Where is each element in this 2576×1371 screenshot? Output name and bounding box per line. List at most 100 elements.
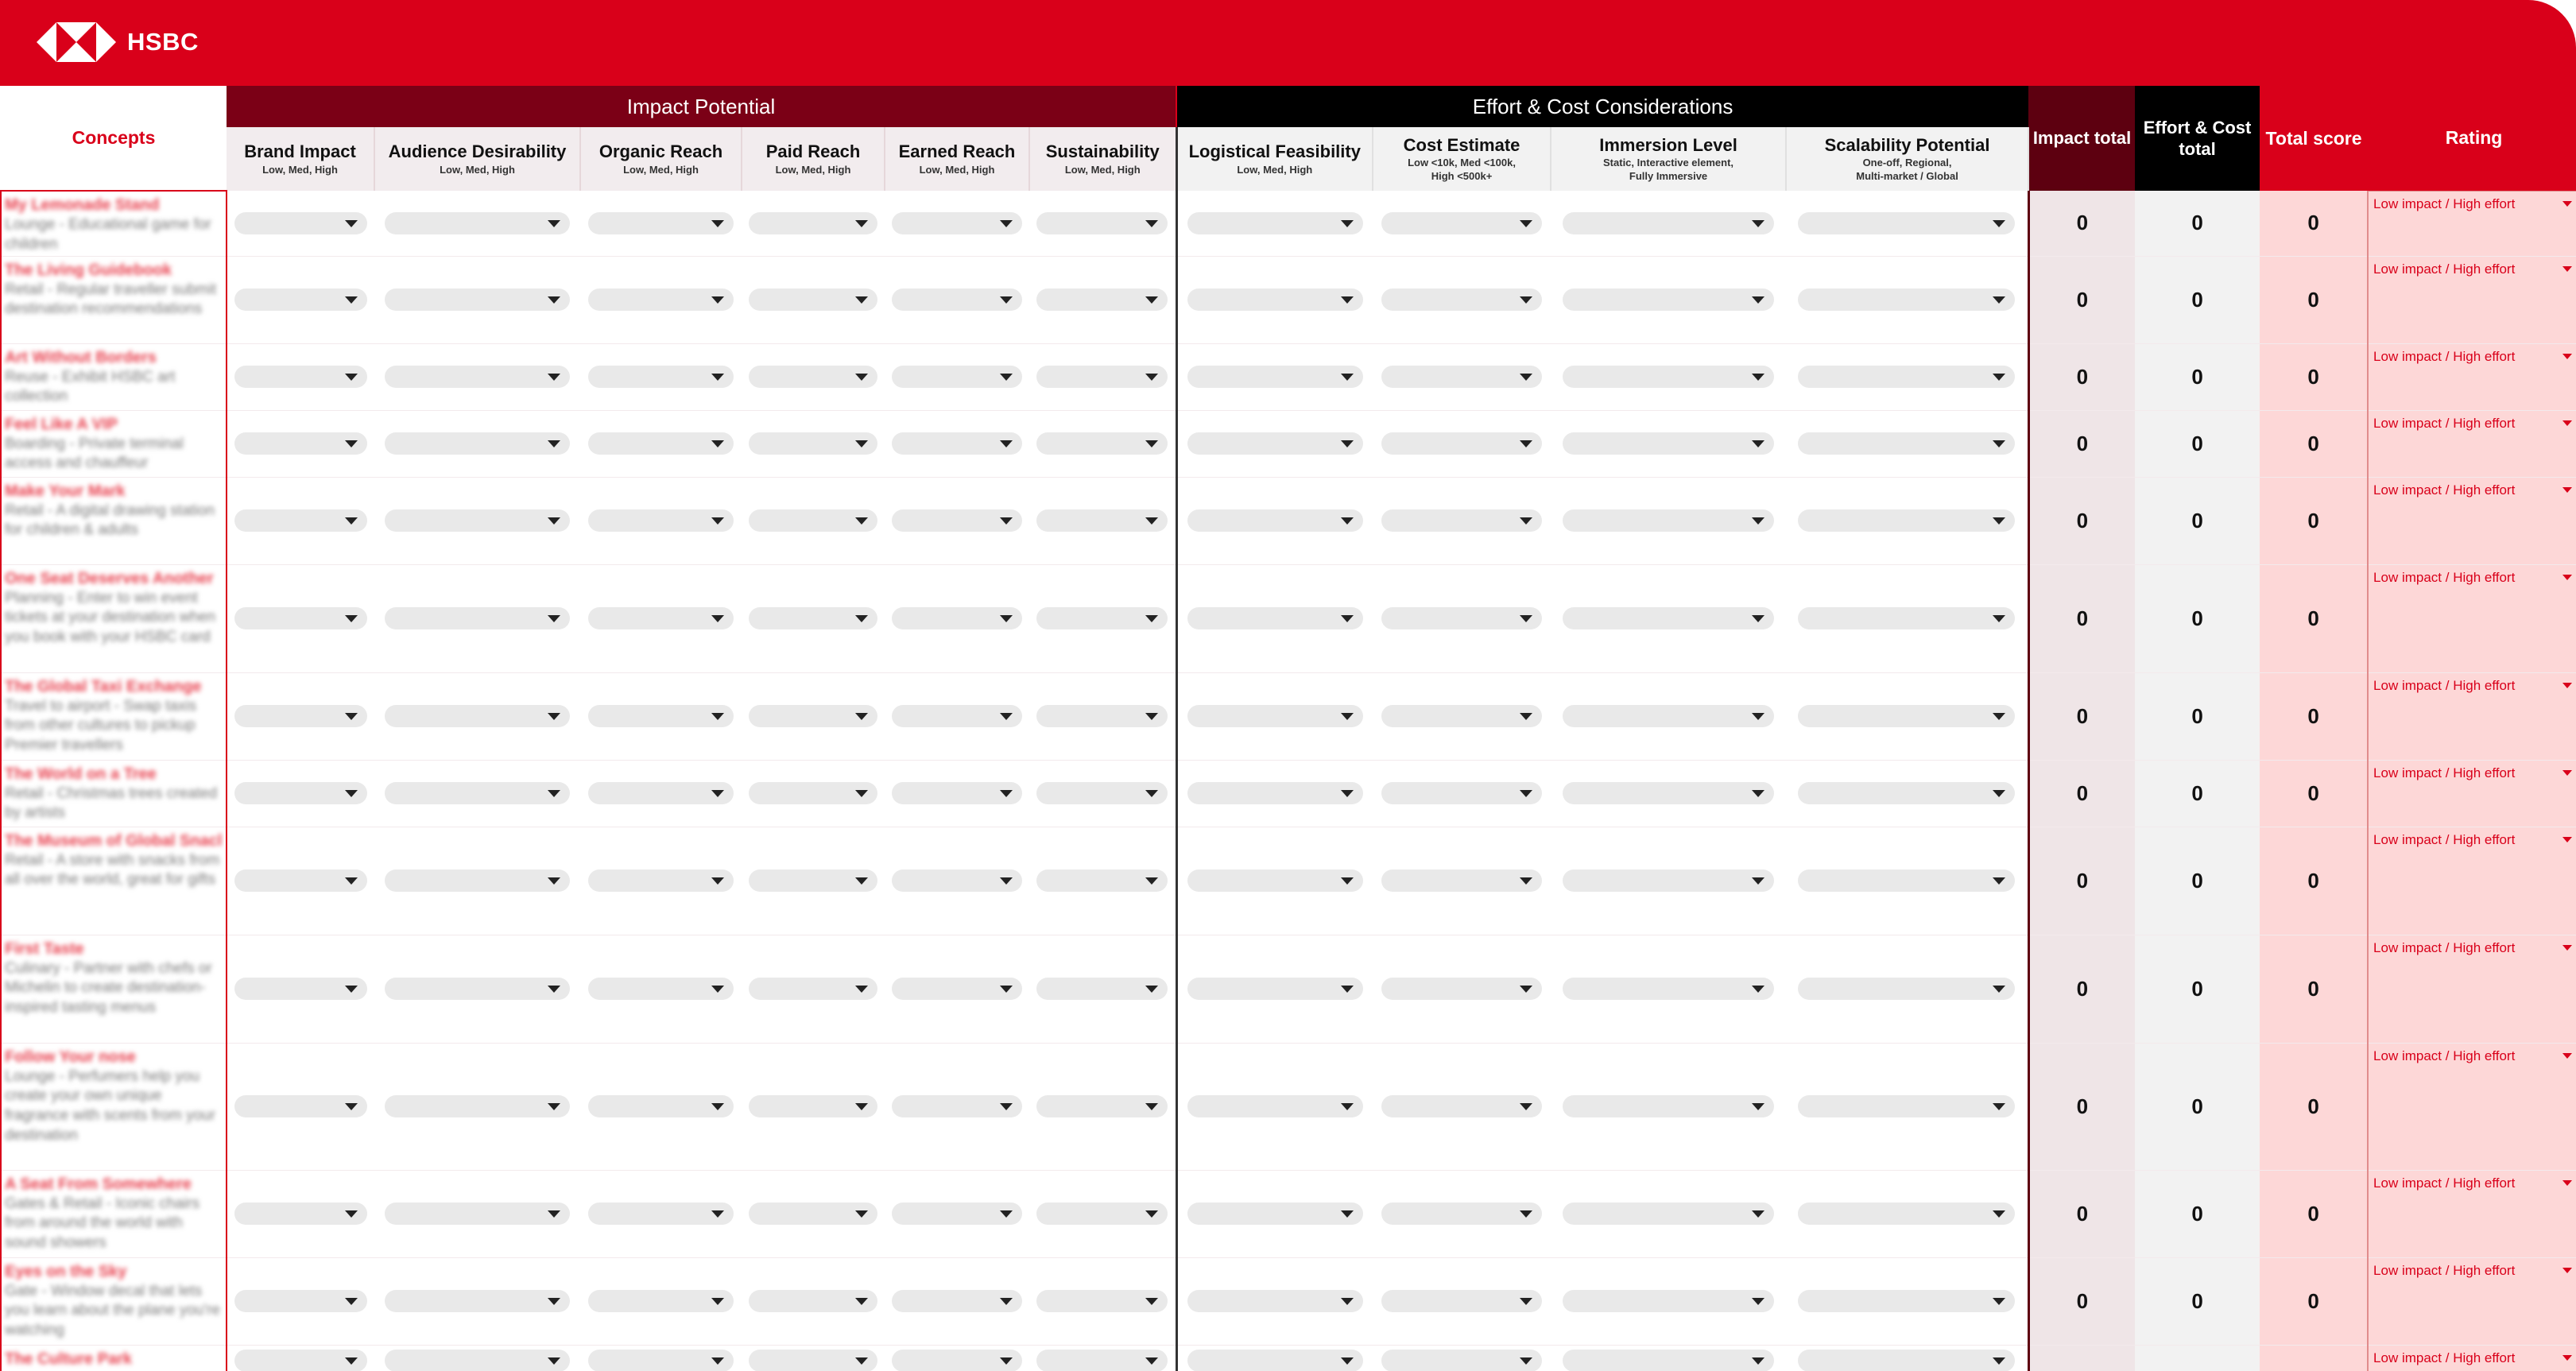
concept-cell[interactable]: The World on a Tree Retail - Christmas tr… (0, 760, 227, 827)
score-dropdown[interactable] (1036, 705, 1168, 727)
score-dropdown[interactable] (1381, 211, 1542, 234)
score-dropdown[interactable] (749, 1350, 877, 1371)
score-dropdown[interactable] (1798, 366, 2016, 388)
score-dropdown[interactable] (588, 1290, 734, 1312)
score-dropdown[interactable] (1187, 289, 1363, 311)
concept-cell[interactable]: One Seat Deserves Another Planning - Ente… (0, 564, 227, 673)
score-dropdown[interactable] (234, 607, 367, 629)
score-dropdown[interactable] (892, 869, 1022, 892)
score-dropdown[interactable] (234, 289, 367, 311)
concept-cell[interactable]: First Taste Culinary - Partner with chefs… (0, 935, 227, 1044)
rating-dropdown[interactable]: Low impact / High effort (2367, 476, 2576, 565)
score-dropdown[interactable] (1187, 366, 1363, 388)
concept-cell[interactable]: Make Your Mark Retail - A digital drawing… (0, 477, 227, 565)
score-dropdown[interactable] (749, 607, 877, 629)
score-dropdown[interactable] (588, 211, 734, 234)
concept-cell[interactable]: Follow Your nose Lounge - Perfumers help … (0, 1043, 227, 1171)
score-dropdown[interactable] (749, 432, 877, 455)
rating-dropdown[interactable]: Low impact / High effort (2367, 1042, 2576, 1171)
score-dropdown[interactable] (749, 289, 877, 311)
rating-dropdown[interactable]: Low impact / High effort (2367, 564, 2576, 673)
score-dropdown[interactable] (1562, 289, 1775, 311)
rating-dropdown[interactable]: Low impact / High effort (2367, 1169, 2576, 1258)
score-dropdown[interactable] (1798, 432, 2016, 455)
score-dropdown[interactable] (384, 782, 571, 804)
score-dropdown[interactable] (749, 1290, 877, 1312)
score-dropdown[interactable] (588, 607, 734, 629)
rating-dropdown[interactable]: Low impact / High effort (2367, 934, 2576, 1044)
score-dropdown[interactable] (1562, 1203, 1775, 1225)
score-dropdown[interactable] (892, 211, 1022, 234)
score-dropdown[interactable] (1562, 509, 1775, 532)
score-dropdown[interactable] (1036, 782, 1168, 804)
score-dropdown[interactable] (749, 782, 877, 804)
score-dropdown[interactable] (384, 432, 571, 455)
rating-dropdown[interactable]: Low impact / High effort (2367, 409, 2576, 478)
score-dropdown[interactable] (749, 869, 877, 892)
score-dropdown[interactable] (234, 1350, 367, 1371)
concept-cell[interactable]: The Global Taxi Exchange Travel to airpor… (0, 672, 227, 761)
score-dropdown[interactable] (1562, 607, 1775, 629)
score-dropdown[interactable] (384, 1290, 571, 1312)
score-dropdown[interactable] (1798, 1095, 2016, 1117)
rating-dropdown[interactable]: Low impact / High effort (2367, 1344, 2576, 1371)
score-dropdown[interactable] (384, 1350, 571, 1371)
score-dropdown[interactable] (234, 509, 367, 532)
score-dropdown[interactable] (1187, 432, 1363, 455)
score-dropdown[interactable] (234, 432, 367, 455)
score-dropdown[interactable] (1036, 978, 1168, 1000)
score-dropdown[interactable] (892, 1095, 1022, 1117)
score-dropdown[interactable] (1562, 782, 1775, 804)
score-dropdown[interactable] (1562, 366, 1775, 388)
score-dropdown[interactable] (1798, 1203, 2016, 1225)
score-dropdown[interactable] (588, 1203, 734, 1225)
score-dropdown[interactable] (1798, 1290, 2016, 1312)
score-dropdown[interactable] (749, 978, 877, 1000)
score-dropdown[interactable] (749, 211, 877, 234)
score-dropdown[interactable] (384, 289, 571, 311)
score-dropdown[interactable] (588, 978, 734, 1000)
score-dropdown[interactable] (1187, 1350, 1363, 1371)
concept-cell[interactable]: Feel Like A VIP Boarding - Private termin… (0, 410, 227, 478)
score-dropdown[interactable] (1036, 289, 1168, 311)
score-dropdown[interactable] (1562, 978, 1775, 1000)
score-dropdown[interactable] (1036, 366, 1168, 388)
score-dropdown[interactable] (234, 366, 367, 388)
score-dropdown[interactable] (1187, 1290, 1363, 1312)
score-dropdown[interactable] (588, 782, 734, 804)
concept-cell[interactable]: The Living Guidebook Retail - Regular tra… (0, 256, 227, 344)
score-dropdown[interactable] (1187, 607, 1363, 629)
score-dropdown[interactable] (1381, 869, 1542, 892)
score-dropdown[interactable] (892, 1203, 1022, 1225)
score-dropdown[interactable] (234, 1095, 367, 1117)
score-dropdown[interactable] (892, 978, 1022, 1000)
rating-dropdown[interactable]: Low impact / High effort (2367, 343, 2576, 411)
score-dropdown[interactable] (892, 1350, 1022, 1371)
score-dropdown[interactable] (588, 432, 734, 455)
score-dropdown[interactable] (749, 366, 877, 388)
score-dropdown[interactable] (1036, 1350, 1168, 1371)
score-dropdown[interactable] (1381, 705, 1542, 727)
score-dropdown[interactable] (588, 869, 734, 892)
score-dropdown[interactable] (384, 978, 571, 1000)
score-dropdown[interactable] (1187, 705, 1363, 727)
score-dropdown[interactable] (234, 705, 367, 727)
score-dropdown[interactable] (1381, 1290, 1542, 1312)
score-dropdown[interactable] (1381, 1095, 1542, 1117)
score-dropdown[interactable] (1036, 607, 1168, 629)
score-dropdown[interactable] (1562, 211, 1775, 234)
score-dropdown[interactable] (588, 705, 734, 727)
score-dropdown[interactable] (1381, 782, 1542, 804)
concept-cell[interactable]: Eyes on the Sky Gate - Window decal that … (0, 1257, 227, 1346)
score-dropdown[interactable] (1187, 509, 1363, 532)
concept-cell[interactable]: A Seat From Somewhere Gates & Retail - Ic… (0, 1170, 227, 1258)
score-dropdown[interactable] (384, 366, 571, 388)
score-dropdown[interactable] (1798, 978, 2016, 1000)
score-dropdown[interactable] (892, 782, 1022, 804)
score-dropdown[interactable] (1562, 869, 1775, 892)
score-dropdown[interactable] (1381, 509, 1542, 532)
concept-cell[interactable]: The Museum of Global Snacks Retail - A st… (0, 827, 227, 935)
score-dropdown[interactable] (234, 211, 367, 234)
score-dropdown[interactable] (1381, 978, 1542, 1000)
score-dropdown[interactable] (1562, 1095, 1775, 1117)
